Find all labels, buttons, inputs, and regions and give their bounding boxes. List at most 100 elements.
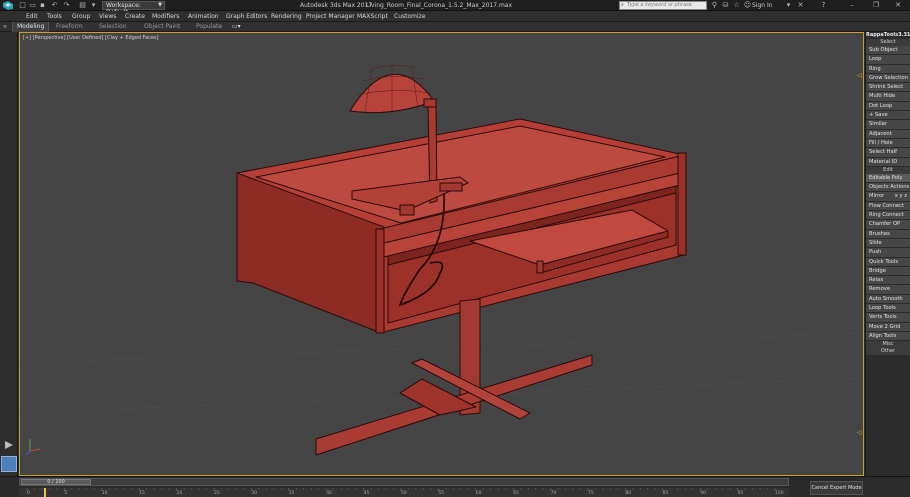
- section-misc-header[interactable]: Misc: [866, 341, 910, 349]
- move-2-grid-button[interactable]: Move 2 Grid: [866, 322, 910, 332]
- play-icon[interactable]: [3, 440, 15, 450]
- search-input[interactable]: ⌕ Type a keyword or phrase: [619, 1, 707, 10]
- timeline-tick-label: 20: [176, 491, 183, 496]
- timeline-tick-label: 45: [363, 491, 370, 496]
- new-file-icon[interactable]: □: [18, 1, 27, 10]
- section-edit-header[interactable]: Edit: [866, 166, 910, 174]
- section-select-header[interactable]: Select: [866, 39, 910, 46]
- timeline-tick-label: 85: [662, 491, 669, 496]
- time-slider-track[interactable]: [19, 478, 789, 486]
- mirror-y-button[interactable]: y: [900, 193, 903, 199]
- menu-tools[interactable]: Tools: [47, 11, 62, 22]
- 3ds-max-logo-icon[interactable]: [3, 1, 13, 10]
- flow-connect-button[interactable]: Flow Connect: [866, 201, 910, 212]
- current-frame-marker: [44, 488, 46, 497]
- axis-gizmo-icon: [25, 439, 41, 456]
- project-folder-icon[interactable]: ▤: [78, 1, 87, 10]
- timeline-tick-label: 100: [775, 491, 784, 496]
- time-slider-thumb[interactable]: 0 / 100: [21, 479, 91, 485]
- menu-rendering[interactable]: Rendering: [271, 11, 302, 22]
- ribbon-options-icon[interactable]: ▭▾: [232, 22, 241, 32]
- tab-freeform[interactable]: Freeform: [56, 22, 83, 32]
- menu-animation[interactable]: Animation: [188, 11, 219, 22]
- exchange-icon[interactable]: ✕: [796, 1, 805, 10]
- mirror-button[interactable]: Mirror x y z: [866, 192, 910, 202]
- quick-tools-button[interactable]: Quick Tools: [866, 257, 910, 267]
- relax-button[interactable]: Relax: [866, 276, 910, 286]
- viewport-marker-bottom-icon: ◁: [857, 429, 862, 436]
- align-tools-button[interactable]: Align Tools: [866, 331, 910, 342]
- chevron-down-icon: ▼: [158, 2, 162, 8]
- menu-graph-editors[interactable]: Graph Editors: [226, 11, 267, 22]
- close-icon[interactable]: ✕: [886, 0, 910, 11]
- section-other-header[interactable]: Other: [866, 348, 910, 356]
- help-icon[interactable]: ?: [819, 1, 828, 10]
- menu-create[interactable]: Create: [125, 11, 145, 22]
- push-button[interactable]: Push: [866, 248, 910, 258]
- chevron-down-icon[interactable]: ▾: [784, 1, 793, 10]
- tab-populate[interactable]: Populate: [196, 22, 222, 32]
- objects-actions-button[interactable]: Objects Actions: [866, 183, 910, 193]
- binoculars-icon[interactable]: ⚲: [710, 1, 719, 10]
- menu-group[interactable]: Group: [72, 11, 90, 22]
- timeline-tick-label: 40: [326, 491, 332, 496]
- ring-connect-button[interactable]: Ring Connect: [866, 211, 910, 221]
- loop-button[interactable]: Loop: [866, 55, 910, 65]
- tab-modeling[interactable]: Modeling: [12, 22, 50, 32]
- dot-loop-button[interactable]: Dot Loop: [866, 101, 910, 112]
- menu-bar: Edit Tools Group Views Create Modifiers …: [0, 11, 910, 22]
- ribbon-collapse-icon[interactable]: ≡: [3, 22, 7, 32]
- timeline-tick-label: 0: [27, 491, 30, 496]
- brushes-button[interactable]: Brushes: [866, 229, 910, 239]
- save-selection-button[interactable]: + Save: [866, 111, 910, 121]
- auto-smooth-button[interactable]: Auto Smooth: [866, 294, 910, 305]
- grow-selection-button[interactable]: Grow Selection: [866, 73, 910, 84]
- loop-tools-button[interactable]: Loop Tools: [866, 304, 910, 314]
- select-half-button[interactable]: Select Half: [866, 148, 910, 158]
- open-file-icon[interactable]: ▭: [28, 1, 37, 10]
- star-icon[interactable]: ☆: [732, 1, 741, 10]
- ribbon-tabs: ≡ Modeling Freeform Selection Object Pai…: [0, 22, 910, 32]
- minimize-icon[interactable]: –: [840, 0, 864, 11]
- remove-button[interactable]: Remove: [866, 285, 910, 295]
- menu-maxscript[interactable]: MAXScript: [357, 11, 388, 22]
- viewport-layout-icon[interactable]: [1, 456, 17, 472]
- adjacent-button[interactable]: Adjacent: [866, 129, 910, 139]
- menu-edit[interactable]: Edit: [26, 11, 38, 22]
- workspace-selector[interactable]: Workspace: Default ▼: [102, 1, 165, 16]
- undo-icon[interactable]: ↶: [50, 1, 59, 10]
- quick-access-dropdown-icon[interactable]: ▾: [89, 1, 98, 10]
- redo-icon[interactable]: ↷: [62, 1, 71, 10]
- similar-button[interactable]: Similar: [866, 120, 910, 130]
- ring-button[interactable]: Ring: [866, 64, 910, 74]
- menu-customize[interactable]: Customize: [394, 11, 426, 22]
- tab-object-paint[interactable]: Object Paint: [144, 22, 180, 32]
- bridge-button[interactable]: Bridge: [866, 266, 910, 277]
- timeline-tick-label: 95: [737, 491, 744, 496]
- timeline-tick-label: 50: [401, 491, 407, 496]
- perspective-viewport[interactable]: [+] [Perspective] [User Defined] [Clay +…: [19, 32, 864, 476]
- 3d-scene: ◁ ◁: [20, 61, 863, 456]
- menu-project-manager[interactable]: Project Manager: [306, 11, 355, 22]
- menu-views[interactable]: Views: [99, 11, 116, 22]
- sub-object-button[interactable]: Sub Object: [866, 46, 910, 56]
- subscription-icon[interactable]: ⛁: [721, 1, 730, 10]
- timeline-ruler[interactable]: 0 5 10 15 20 25 30 35 40 45 50 55 60 65 70 75 80 85 90 95 10…: [19, 488, 789, 497]
- tab-selection[interactable]: Selection: [99, 22, 127, 32]
- menu-modifiers[interactable]: Modifiers: [152, 11, 179, 22]
- save-file-icon[interactable]: ▪: [38, 1, 47, 10]
- fill-hole-button[interactable]: Fill / Hole: [866, 138, 910, 149]
- shrink-select-button[interactable]: Shrink Select: [866, 83, 910, 93]
- slide-button[interactable]: Slide: [866, 238, 910, 249]
- mirror-z-button[interactable]: z: [904, 193, 907, 199]
- cancel-expert-mode-button[interactable]: Cancel Expert Mode: [810, 481, 863, 495]
- restore-icon[interactable]: ❐: [864, 0, 888, 11]
- sign-in-button[interactable]: Sign In: [752, 1, 773, 10]
- multi-hide-button[interactable]: Multi Hide: [866, 92, 910, 102]
- verts-tools-button[interactable]: Verts Tools: [866, 313, 910, 323]
- editable-poly-button[interactable]: Editable Poly: [866, 173, 910, 184]
- user-icon[interactable]: ☺: [743, 1, 752, 10]
- mirror-x-button[interactable]: x: [895, 193, 898, 199]
- chamfer-op-button[interactable]: Chamfer OP: [866, 220, 910, 230]
- material-id-button[interactable]: Material ID: [866, 157, 910, 167]
